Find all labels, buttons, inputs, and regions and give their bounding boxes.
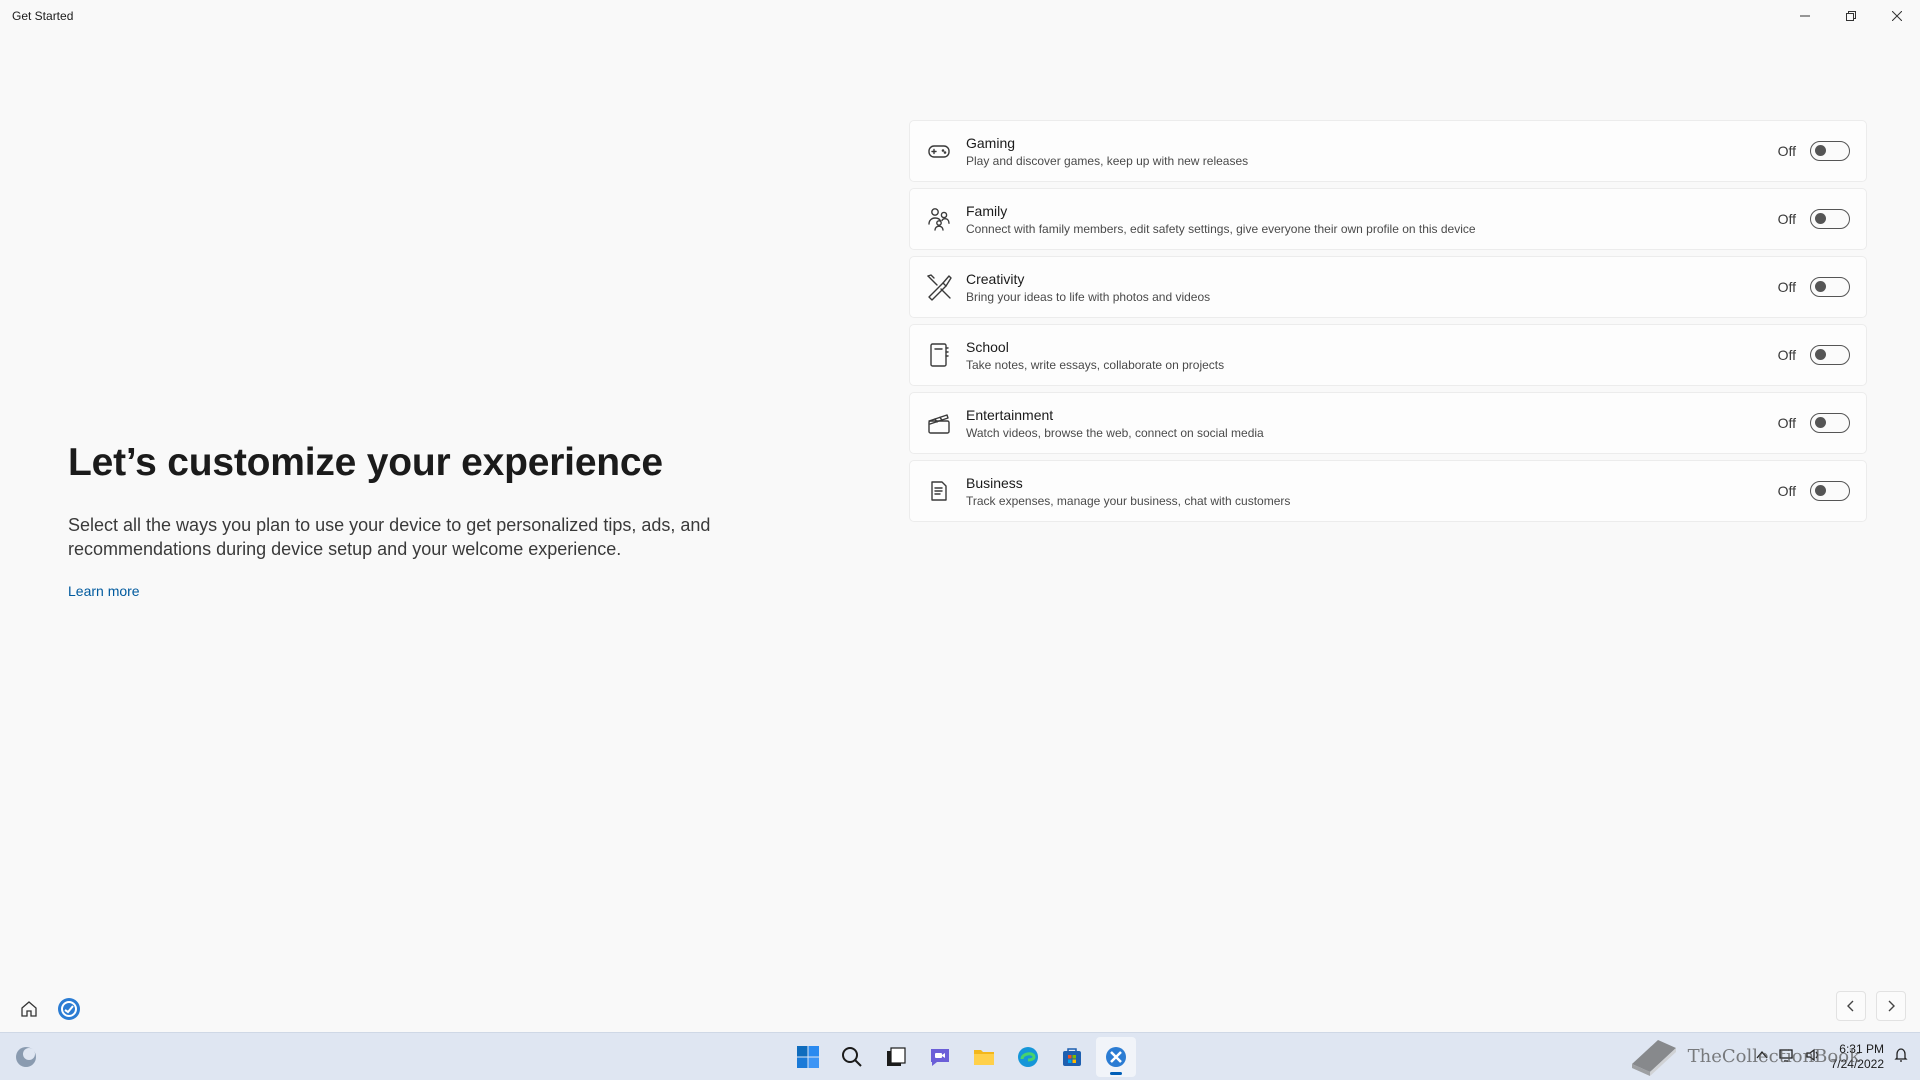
toggle-knob <box>1815 485 1826 496</box>
store-button[interactable] <box>1052 1037 1092 1077</box>
start-button[interactable] <box>788 1037 828 1077</box>
creativity-icon <box>925 273 953 301</box>
watermark: TheCollectionBook <box>1628 1032 1860 1080</box>
toggle-state-label: Off <box>1777 415 1796 431</box>
task-view-icon <box>887 1047 906 1066</box>
option-school[interactable]: School Take notes, write essays, collabo… <box>909 324 1867 386</box>
window-title: Get Started <box>12 9 74 23</box>
family-toggle[interactable] <box>1810 209 1850 229</box>
previous-button[interactable] <box>1836 991 1866 1021</box>
gaming-toggle[interactable] <box>1810 141 1850 161</box>
start-icon <box>797 1046 819 1068</box>
toggle-state-label: Off <box>1777 347 1796 363</box>
option-name: Creativity <box>966 270 1025 287</box>
option-name: Business <box>966 474 1023 491</box>
option-name: School <box>966 338 1009 355</box>
document-icon <box>925 477 953 505</box>
chevron-right-icon <box>1888 1000 1895 1012</box>
weather-icon <box>16 1047 36 1067</box>
business-toggle[interactable] <box>1810 481 1850 501</box>
hero-section: Let’s customize your experience Select a… <box>68 440 768 601</box>
toggle-knob <box>1815 145 1826 156</box>
edge-icon <box>1018 1047 1038 1067</box>
search-button[interactable] <box>832 1037 872 1077</box>
option-description: Watch videos, browse the web, connect on… <box>966 425 1264 440</box>
toggle-state-label: Off <box>1777 211 1796 227</box>
gamepad-icon <box>925 137 953 165</box>
get-started-icon <box>1106 1047 1126 1067</box>
entertainment-toggle[interactable] <box>1810 413 1850 433</box>
file-explorer-button[interactable] <box>964 1037 1004 1077</box>
option-family[interactable]: Family Connect with family members, edit… <box>909 188 1867 250</box>
window-controls <box>1782 0 1920 32</box>
option-name: Entertainment <box>966 406 1054 423</box>
toggle-knob <box>1815 417 1826 428</box>
minimize-button[interactable] <box>1782 0 1828 32</box>
edge-button[interactable] <box>1008 1037 1048 1077</box>
minimize-icon <box>1800 15 1810 17</box>
option-description: Take notes, write essays, collaborate on… <box>966 357 1225 372</box>
tips-icon <box>58 998 80 1020</box>
toggle-state-label: Off <box>1777 483 1796 499</box>
get-started-button[interactable] <box>1096 1037 1136 1077</box>
page-navigation <box>1836 991 1906 1021</box>
toggle-state-label: Off <box>1777 143 1796 159</box>
toggle-knob <box>1815 281 1826 292</box>
widgets-button[interactable] <box>14 1045 38 1069</box>
option-description: Connect with family members, edit safety… <box>966 221 1476 236</box>
chevron-left-icon <box>1847 1000 1854 1012</box>
file-explorer-icon <box>974 1050 994 1065</box>
home-button[interactable] <box>14 994 44 1024</box>
close-button[interactable] <box>1874 0 1920 32</box>
watermark-text: TheCollectionBook <box>1687 1045 1860 1067</box>
book-icon <box>1631 1040 1676 1076</box>
option-entertainment[interactable]: Entertainment Watch videos, browse the w… <box>909 392 1867 454</box>
option-description: Play and discover games, keep up with ne… <box>966 153 1249 168</box>
search-icon <box>842 1047 862 1067</box>
chat-button[interactable] <box>920 1037 960 1077</box>
title-bar: Get Started <box>0 0 1920 32</box>
next-button[interactable] <box>1876 991 1906 1021</box>
option-gaming[interactable]: Gaming Play and discover games, keep up … <box>909 120 1867 182</box>
creativity-toggle[interactable] <box>1810 277 1850 297</box>
task-view-button[interactable] <box>876 1037 916 1077</box>
option-description: Track expenses, manage your business, ch… <box>966 493 1291 508</box>
option-description: Bring your ideas to life with photos and… <box>966 289 1211 304</box>
store-icon <box>1063 1048 1081 1066</box>
learn-more-link[interactable]: Learn more <box>68 583 140 599</box>
school-toggle[interactable] <box>1810 345 1850 365</box>
close-icon <box>1892 11 1902 21</box>
option-name: Family <box>966 202 1008 219</box>
taskbar-apps <box>788 1037 1136 1077</box>
option-business[interactable]: Business Track expenses, manage your bus… <box>909 460 1867 522</box>
restore-button[interactable] <box>1828 0 1874 32</box>
page-description: Select all the ways you plan to use your… <box>68 514 711 559</box>
option-creativity[interactable]: Creativity Bring your ideas to life with… <box>909 256 1867 318</box>
family-icon <box>925 205 953 233</box>
tips-button[interactable] <box>54 994 84 1024</box>
restore-icon <box>1846 11 1856 21</box>
toggle-state-label: Off <box>1777 279 1796 295</box>
notification-icon[interactable] <box>1894 1047 1908 1068</box>
options-list: Gaming Play and discover games, keep up … <box>909 120 1867 528</box>
page-title: Let’s customize your experience <box>68 441 663 484</box>
option-name: Gaming <box>966 134 1016 151</box>
app-bottom-bar <box>14 994 84 1024</box>
home-icon <box>21 1001 37 1017</box>
toggle-knob <box>1815 349 1826 360</box>
notebook-icon <box>925 341 953 369</box>
toggle-knob <box>1815 213 1826 224</box>
clapperboard-icon <box>925 409 953 437</box>
chat-icon <box>931 1049 949 1066</box>
